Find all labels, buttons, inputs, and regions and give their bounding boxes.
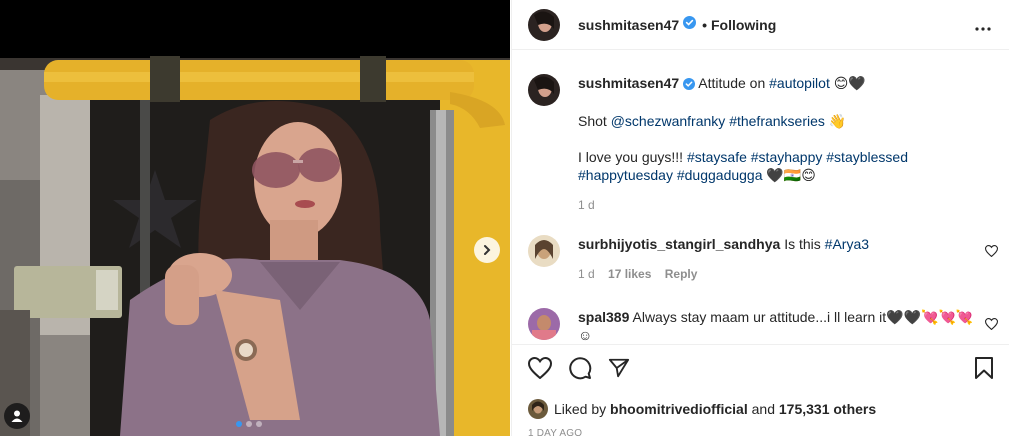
post-header: sushmitasen47 • Following xyxy=(512,0,1009,50)
bookmark-icon xyxy=(975,357,993,379)
avatar-image xyxy=(528,308,560,340)
reply-button[interactable]: Reply xyxy=(665,267,698,281)
comment-likes[interactable]: 17 likes xyxy=(608,267,651,281)
avatar-image xyxy=(528,8,560,41)
save-button[interactable] xyxy=(974,356,994,380)
section-divider xyxy=(512,344,1009,345)
caption-emoji: 👋 xyxy=(824,113,847,129)
post-actions-bar xyxy=(528,352,994,384)
avatar-image xyxy=(528,235,560,267)
more-horizontal-icon xyxy=(975,27,991,31)
caption-emoji: 🖤🇮🇳😊 xyxy=(762,167,816,183)
hashtag-links[interactable]: #staysafe #stayhappy #stayblessed xyxy=(687,149,908,165)
comment-body: surbhijyotis_stangirl_sandhya Is this #A… xyxy=(578,235,978,283)
like-comment-button[interactable] xyxy=(984,244,999,262)
avatar-image xyxy=(528,74,560,106)
send-icon xyxy=(608,358,630,378)
comment-button[interactable] xyxy=(568,356,592,380)
comment-item: spal389 Always stay maam ur attitude...i… xyxy=(528,308,978,344)
hashtag-link[interactable]: #thefrankseries xyxy=(729,113,825,129)
caption-username[interactable]: sushmitasen47 xyxy=(578,75,679,91)
comment-text: Is this xyxy=(784,236,825,252)
mention-link[interactable]: @schezwanfranky xyxy=(611,113,726,129)
chevron-right-icon xyxy=(484,245,491,255)
follow-status-label: Following xyxy=(710,16,777,33)
liker-avatar[interactable] xyxy=(528,399,548,419)
like-button[interactable] xyxy=(528,357,552,379)
liked-by-label: Liked by xyxy=(554,401,607,417)
hashtag-link[interactable]: #autopilot xyxy=(769,75,830,91)
likes-summary: Liked by bhoomitrivediofficial and 175,3… xyxy=(528,399,876,419)
post-media[interactable] xyxy=(0,0,510,436)
caption-text: Shot xyxy=(578,113,611,129)
post-side-panel: sushmitasen47 • Following sushmitasen47 … xyxy=(511,0,1009,436)
avatar-image xyxy=(528,399,548,419)
commenter-avatar[interactable] xyxy=(528,235,560,267)
author-avatar[interactable] xyxy=(528,8,560,41)
comment-item: surbhijyotis_stangirl_sandhya Is this #A… xyxy=(528,235,978,283)
hashtag-link[interactable]: #Arya3 xyxy=(825,236,869,252)
post-timestamp[interactable]: 1 DAY AGO xyxy=(528,428,582,436)
verified-badge-icon xyxy=(683,76,696,94)
heart-icon xyxy=(528,357,552,379)
hashtag-links[interactable]: #happytuesday #duggadugga xyxy=(578,167,763,183)
caption-age[interactable]: 1 d xyxy=(578,198,595,212)
liked-by-and: and xyxy=(747,401,779,417)
share-button[interactable] xyxy=(608,357,630,379)
carousel-indicator xyxy=(236,421,262,427)
caption-item: sushmitasen47 Attitude on #autopilot 😊🖤 … xyxy=(528,74,978,214)
commenter-avatar[interactable] xyxy=(528,308,560,340)
caption-author-avatar[interactable] xyxy=(528,74,560,106)
carousel-next-button[interactable] xyxy=(474,237,500,263)
liked-by-others-link[interactable]: 175,331 others xyxy=(779,401,876,417)
caption-body: sushmitasen47 Attitude on #autopilot 😊🖤 … xyxy=(578,74,978,214)
follow-status-button[interactable]: • Following xyxy=(702,17,776,33)
comment-age[interactable]: 1 d xyxy=(578,267,595,281)
caption-text: Attitude on xyxy=(698,75,770,91)
carousel-dot xyxy=(236,421,242,427)
more-options-button[interactable] xyxy=(975,18,991,36)
comment-username[interactable]: surbhijyotis_stangirl_sandhya xyxy=(578,236,780,252)
author-username[interactable]: sushmitasen47 xyxy=(578,17,679,33)
heart-icon xyxy=(984,318,999,331)
heart-icon xyxy=(984,245,999,258)
carousel-dot xyxy=(256,421,262,427)
liked-by-user-link[interactable]: bhoomitrivediofficial xyxy=(610,401,748,417)
caption-text: I love you guys!!! xyxy=(578,149,687,165)
verified-badge-icon xyxy=(683,15,697,34)
carousel-dot xyxy=(246,421,252,427)
user-icon xyxy=(11,410,23,422)
caption-emoji: 😊🖤 xyxy=(829,75,866,91)
comment-text: Always stay maam ur attitude...i ll lear… xyxy=(578,309,974,343)
comment-username[interactable]: spal389 xyxy=(578,309,629,325)
comment-icon xyxy=(569,357,592,380)
tagged-users-button[interactable] xyxy=(4,403,30,429)
like-comment-button[interactable] xyxy=(984,317,999,335)
comments-list[interactable]: sushmitasen47 Attitude on #autopilot 😊🖤 … xyxy=(512,50,1009,344)
comment-body: spal389 Always stay maam ur attitude...i… xyxy=(578,308,978,344)
post-photo xyxy=(0,0,510,436)
